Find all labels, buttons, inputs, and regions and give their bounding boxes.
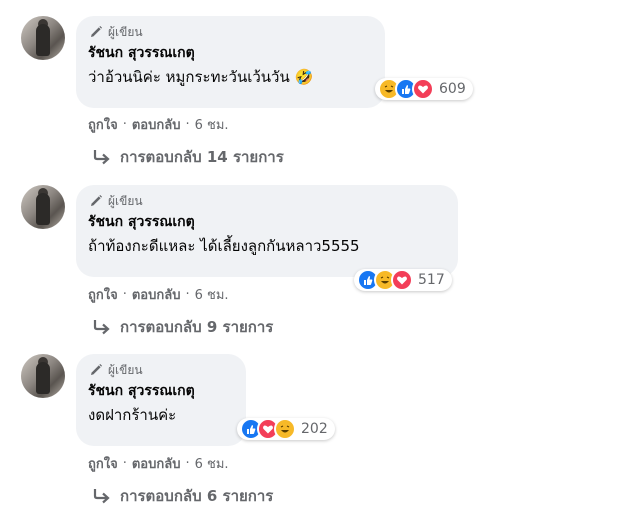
timestamp[interactable]: 6 ชม. <box>195 284 229 305</box>
author-badge: ผู้เขียน <box>88 24 373 40</box>
love-reaction-icon <box>412 78 434 100</box>
avatar[interactable] <box>21 354 65 398</box>
comment-bubble: ผู้เขียน รัชนก สุวรรณเกตุ งดฝากร้านค่ะ <box>76 354 246 446</box>
comment-actions: ถูกใจ · ตอบกลับ · 6 ชม. <box>88 453 229 474</box>
avatar[interactable] <box>21 185 65 229</box>
pencil-icon <box>91 26 102 37</box>
view-replies-label: การตอบกลับ 9 รายการ <box>120 318 274 336</box>
comment-bubble: ผู้เขียน รัชนก สุวรรณเกตุ ถ้าท้องกะดีแหล… <box>76 185 458 277</box>
reply-arrow-icon <box>93 489 110 504</box>
like-button[interactable]: ถูกใจ <box>88 453 118 474</box>
reaction-summary[interactable]: 202 <box>237 418 335 440</box>
comment-text: งดฝากร้านค่ะ <box>88 406 177 424</box>
separator-dot: · <box>122 456 127 471</box>
comment-text: ว่าอ้วนนิค่ะ หมูกระทะวันเว้นวัน 🤣 <box>88 68 314 86</box>
author-badge-label: ผู้เขียน <box>108 193 143 208</box>
avatar[interactable] <box>21 16 65 60</box>
reaction-count: 609 <box>439 81 466 97</box>
view-replies-label: การตอบกลับ 14 รายการ <box>120 148 284 166</box>
reaction-summary[interactable]: 517 <box>354 269 452 291</box>
view-replies-link[interactable]: การตอบกลับ 9 รายการ <box>92 315 273 339</box>
love-reaction-icon <box>391 269 413 291</box>
separator-dot: · <box>185 456 190 471</box>
reply-button[interactable]: ตอบกลับ <box>132 453 181 474</box>
comment-actions: ถูกใจ · ตอบกลับ · 6 ชม. <box>88 284 229 305</box>
author-name[interactable]: รัชนก สุวรรณเกตุ <box>88 44 373 63</box>
haha-reaction-icon <box>274 418 296 440</box>
like-button[interactable]: ถูกใจ <box>88 114 118 135</box>
reply-button[interactable]: ตอบกลับ <box>132 284 181 305</box>
timestamp[interactable]: 6 ชม. <box>195 114 229 135</box>
reply-button[interactable]: ตอบกลับ <box>132 114 181 135</box>
author-badge: ผู้เขียน <box>88 193 446 209</box>
reaction-count: 517 <box>418 272 445 288</box>
comment-text: ถ้าท้องกะดีแหละ ได้เลี้ยงลูกกันหลาว5555 <box>88 237 360 255</box>
author-badge-label: ผู้เขียน <box>108 362 143 377</box>
reaction-summary[interactable]: 609 <box>375 78 473 100</box>
separator-dot: · <box>122 117 127 132</box>
separator-dot: · <box>185 117 190 132</box>
view-replies-label: การตอบกลับ 6 รายการ <box>120 487 274 505</box>
comment-bubble: ผู้เขียน รัชนก สุวรรณเกตุ ว่าอ้วนนิค่ะ ห… <box>76 16 385 108</box>
separator-dot: · <box>122 287 127 302</box>
view-replies-link[interactable]: การตอบกลับ 6 รายการ <box>92 484 273 508</box>
reply-arrow-icon <box>93 150 110 165</box>
pencil-icon <box>91 195 102 206</box>
like-button[interactable]: ถูกใจ <box>88 284 118 305</box>
reaction-count: 202 <box>301 421 328 437</box>
timestamp[interactable]: 6 ชม. <box>195 453 229 474</box>
comment-actions: ถูกใจ · ตอบกลับ · 6 ชม. <box>88 114 229 135</box>
author-badge-label: ผู้เขียน <box>108 24 143 39</box>
author-badge: ผู้เขียน <box>88 362 234 378</box>
view-replies-link[interactable]: การตอบกลับ 14 รายการ <box>92 145 284 169</box>
separator-dot: · <box>185 287 190 302</box>
author-name[interactable]: รัชนก สุวรรณเกตุ <box>88 213 446 232</box>
pencil-icon <box>91 364 102 375</box>
author-name[interactable]: รัชนก สุวรรณเกตุ <box>88 382 234 401</box>
reply-arrow-icon <box>93 320 110 335</box>
